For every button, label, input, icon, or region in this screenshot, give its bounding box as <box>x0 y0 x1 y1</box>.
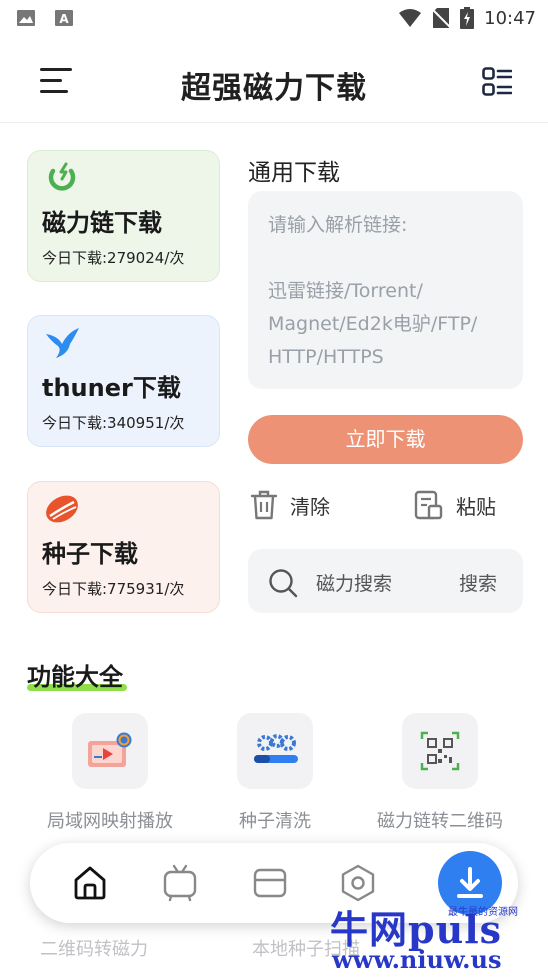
battery-icon <box>460 7 475 29</box>
app-header: 超强磁力下载 <box>0 37 548 123</box>
watermark-url: www.niuw.us <box>332 945 502 974</box>
card-title: thuner下载 <box>42 374 181 402</box>
bird-icon <box>46 328 79 358</box>
feature-label-partial[interactable]: 二维码转磁力 <box>40 935 148 961</box>
svg-text:A: A <box>59 12 69 26</box>
feature-label: 种子清洗 <box>239 811 311 832</box>
feature-label: 局域网映射播放 <box>47 811 173 832</box>
category-grid-icon[interactable] <box>482 67 512 97</box>
tv-icon[interactable] <box>160 863 200 903</box>
download-now-button[interactable]: 立即下载 <box>248 415 523 464</box>
site-watermark: 牛网puls 最牛最的资源网 www.niuw.us <box>330 897 520 975</box>
qr-code-icon <box>420 731 460 771</box>
thunder-download-card[interactable]: thuner下载 今日下载:340951/次 <box>27 315 220 447</box>
magnet-search-bar[interactable]: 磁力搜索 搜索 <box>248 549 523 613</box>
image-notification-icon <box>17 10 35 26</box>
general-download-title: 通用下载 <box>248 160 340 186</box>
search-icon <box>269 569 298 598</box>
card-count: 今日下载:340951/次 <box>42 414 185 432</box>
card-count: 今日下载:279024/次 <box>42 249 185 267</box>
magnet-icon <box>48 162 76 191</box>
feature-magnet-qr[interactable]: 磁力链转二维码 <box>355 713 525 833</box>
card-title: 种子下载 <box>42 540 138 568</box>
wifi-icon <box>399 9 422 27</box>
card-icon[interactable] <box>250 863 290 903</box>
watermark-sub: 最牛最的资源网 <box>448 907 518 918</box>
feature-icon-box <box>402 713 478 789</box>
feature-label: 磁力链转二维码 <box>377 811 503 832</box>
torrent-download-card[interactable]: 种子下载 今日下载:775931/次 <box>27 481 220 613</box>
card-title: 磁力链下载 <box>42 209 162 237</box>
screen-cast-icon <box>88 732 132 767</box>
search-input[interactable]: 磁力搜索 <box>316 569 392 596</box>
link-input[interactable]: 请输入解析链接: 迅雷链接/Torrent/ Magnet/Ed2k电驴/FTP… <box>248 191 523 389</box>
clear-label: 清除 <box>290 494 330 519</box>
gears-icon <box>254 734 298 763</box>
clear-button[interactable]: 清除 <box>250 489 330 521</box>
clock: 10:47 <box>484 7 536 29</box>
search-button[interactable]: 搜索 <box>459 569 497 596</box>
paste-button[interactable]: 粘贴 <box>414 489 496 521</box>
features-title-text: 功能大全 <box>27 663 123 691</box>
paste-icon <box>414 490 443 520</box>
seed-icon <box>46 495 78 523</box>
no-sim-icon <box>432 8 451 28</box>
trash-icon <box>250 490 278 520</box>
magnet-download-card[interactable]: 磁力链下载 今日下载:279024/次 <box>27 150 220 282</box>
page-title: 超强磁力下载 <box>181 71 367 106</box>
feature-icon-box <box>72 713 148 789</box>
card-count: 今日下载:775931/次 <box>42 580 185 598</box>
features-title: 功能大全 <box>27 657 127 692</box>
font-notification-icon: A <box>55 10 73 26</box>
feature-seed-clean[interactable]: 种子清洗 <box>190 713 360 833</box>
feature-icon-box <box>237 713 313 789</box>
feature-lan-play[interactable]: 局域网映射播放 <box>25 713 195 833</box>
status-bar: A 10:47 <box>0 0 548 37</box>
home-icon[interactable] <box>70 863 110 903</box>
paste-label: 粘贴 <box>456 494 496 519</box>
